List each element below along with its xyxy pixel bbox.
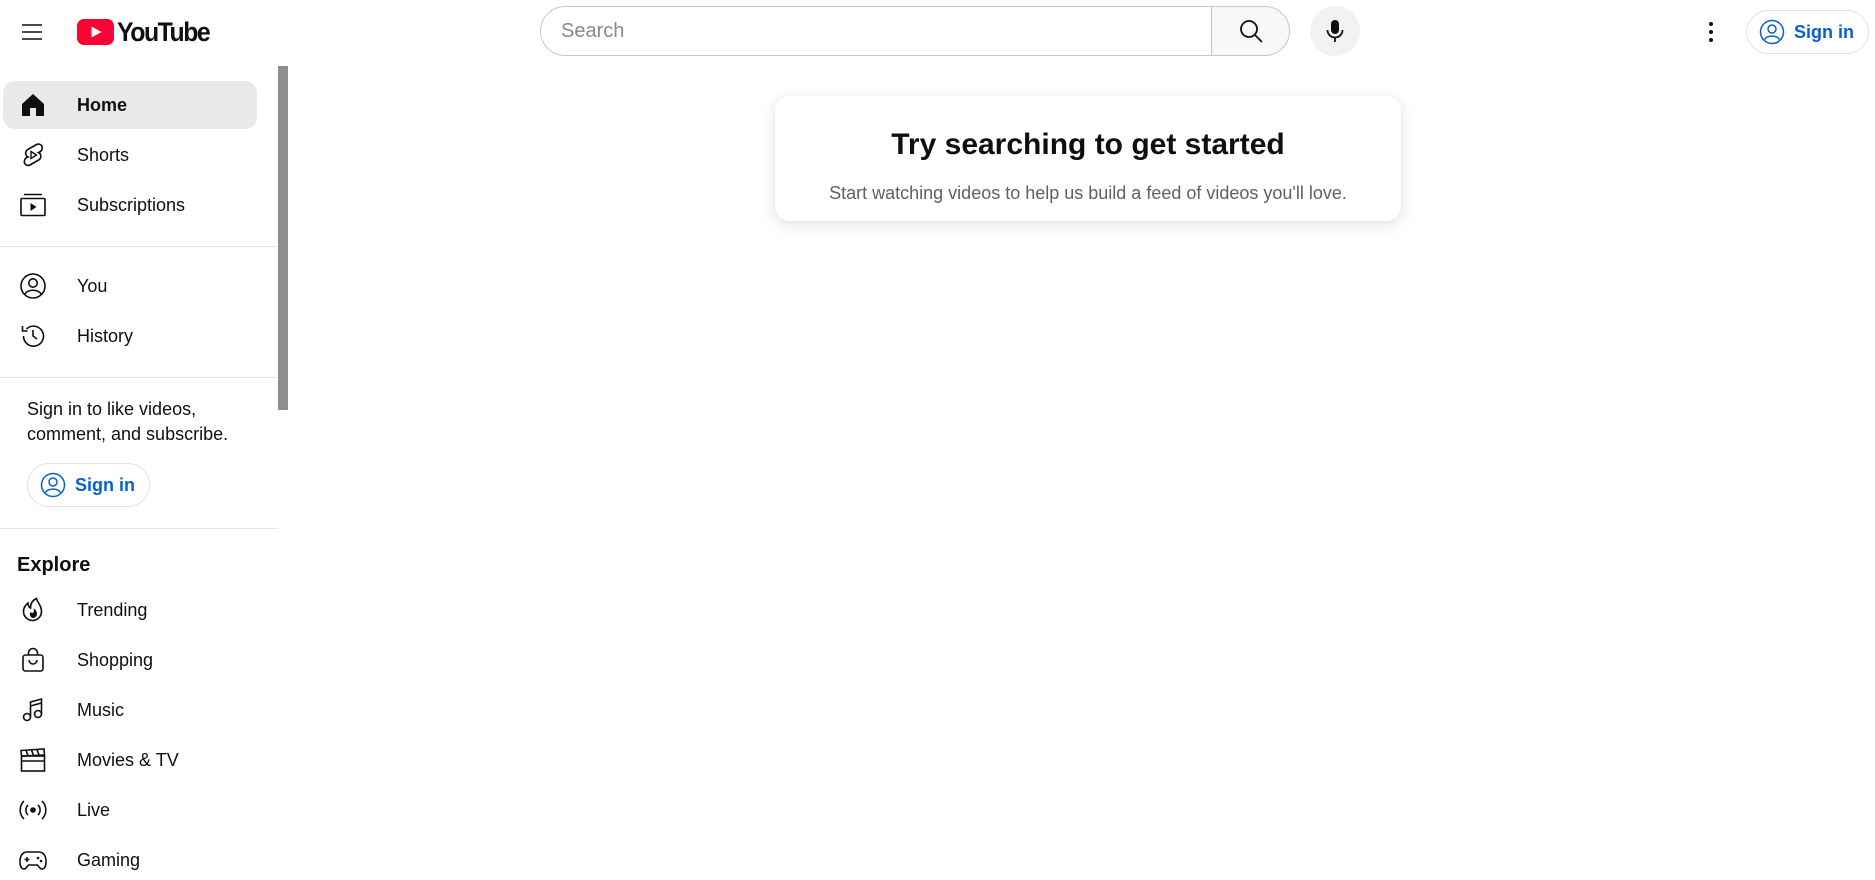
clapperboard-icon <box>18 745 48 775</box>
more-vertical-icon <box>1709 22 1713 42</box>
youtube-play-icon <box>77 19 114 45</box>
shorts-icon <box>18 140 48 170</box>
empty-feed-title: Try searching to get started <box>891 128 1285 161</box>
search-icon <box>1239 20 1263 43</box>
live-icon <box>18 795 48 825</box>
header-signin-label: Sign in <box>1794 21 1854 42</box>
masthead: YouTube Sign in <box>0 0 1875 64</box>
sidebar-item-movies-tv[interactable]: Movies & TV <box>3 736 257 784</box>
history-icon <box>18 321 48 351</box>
sidebar-item-shopping[interactable]: Shopping <box>3 636 257 684</box>
home-icon <box>18 90 48 120</box>
search-input[interactable] <box>561 7 1211 55</box>
shopping-bag-icon <box>18 645 48 675</box>
account-circle-icon <box>1759 19 1785 45</box>
sidebar-item-label: Gaming <box>77 849 141 870</box>
sidebar-divider <box>0 528 278 529</box>
trending-icon <box>18 595 48 625</box>
sidebar-item-label: Shopping <box>77 649 154 670</box>
account-circle-icon <box>40 472 66 498</box>
voice-search-button[interactable] <box>1310 6 1360 56</box>
sidebar-item-subscriptions[interactable]: Subscriptions <box>3 181 257 229</box>
sidebar-item-label: Trending <box>77 599 148 620</box>
sidebar-item-label: Home <box>77 94 128 115</box>
header-signin-button[interactable]: Sign in <box>1746 10 1869 54</box>
sidebar-item-label: Subscriptions <box>77 194 186 215</box>
youtube-logo[interactable]: YouTube <box>77 17 217 47</box>
sidebar-item-label: You <box>77 275 108 296</box>
search-box[interactable] <box>540 6 1211 56</box>
sidebar-item-label: History <box>77 325 134 346</box>
sidebar-item-live[interactable]: Live <box>3 786 257 834</box>
sidebar-item-history[interactable]: History <box>3 312 257 360</box>
sidebar-item-label: Movies & TV <box>77 749 179 770</box>
sidebar-item-label: Music <box>77 699 125 720</box>
empty-feed-subtitle: Start watching videos to help us build a… <box>829 183 1347 203</box>
search-button[interactable] <box>1211 6 1290 56</box>
signin-prompt-text: Sign in to like videos, comment, and sub… <box>27 399 229 444</box>
sidebar-item-shorts[interactable]: Shorts <box>3 131 257 179</box>
sidebar-item-music[interactable]: Music <box>3 686 257 734</box>
subscriptions-icon <box>18 190 48 220</box>
settings-more-button[interactable] <box>1687 8 1735 56</box>
microphone-icon <box>1326 20 1344 42</box>
logo-wordmark: YouTube <box>117 16 211 47</box>
sidebar-item-label: Shorts <box>77 144 130 165</box>
sidebar-divider <box>0 246 278 247</box>
sidebar-item-trending[interactable]: Trending <box>3 586 257 634</box>
gaming-controller-icon <box>18 845 48 875</box>
sidebar-item-home[interactable]: Home <box>3 81 257 129</box>
sidebar-item-you[interactable]: You <box>3 262 257 310</box>
explore-section-title: Explore <box>17 554 91 576</box>
sidebar-signin-label: Sign in <box>75 474 135 495</box>
sidebar-item-label: Live <box>77 799 111 820</box>
music-note-icon <box>18 695 48 725</box>
sidebar-scrollbar[interactable] <box>278 66 288 410</box>
account-circle-icon <box>18 271 48 301</box>
sidebar-item-gaming[interactable]: Gaming <box>3 836 257 880</box>
sidebar-divider <box>0 377 278 378</box>
empty-feed-card: Try searching to get started Start watch… <box>775 96 1401 221</box>
guide-menu-button[interactable] <box>8 8 56 56</box>
hamburger-menu-icon <box>22 24 42 40</box>
sidebar-signin-button[interactable]: Sign in <box>27 463 150 507</box>
guide-sidebar: Home Shorts Subscriptions You History Si… <box>0 64 278 880</box>
